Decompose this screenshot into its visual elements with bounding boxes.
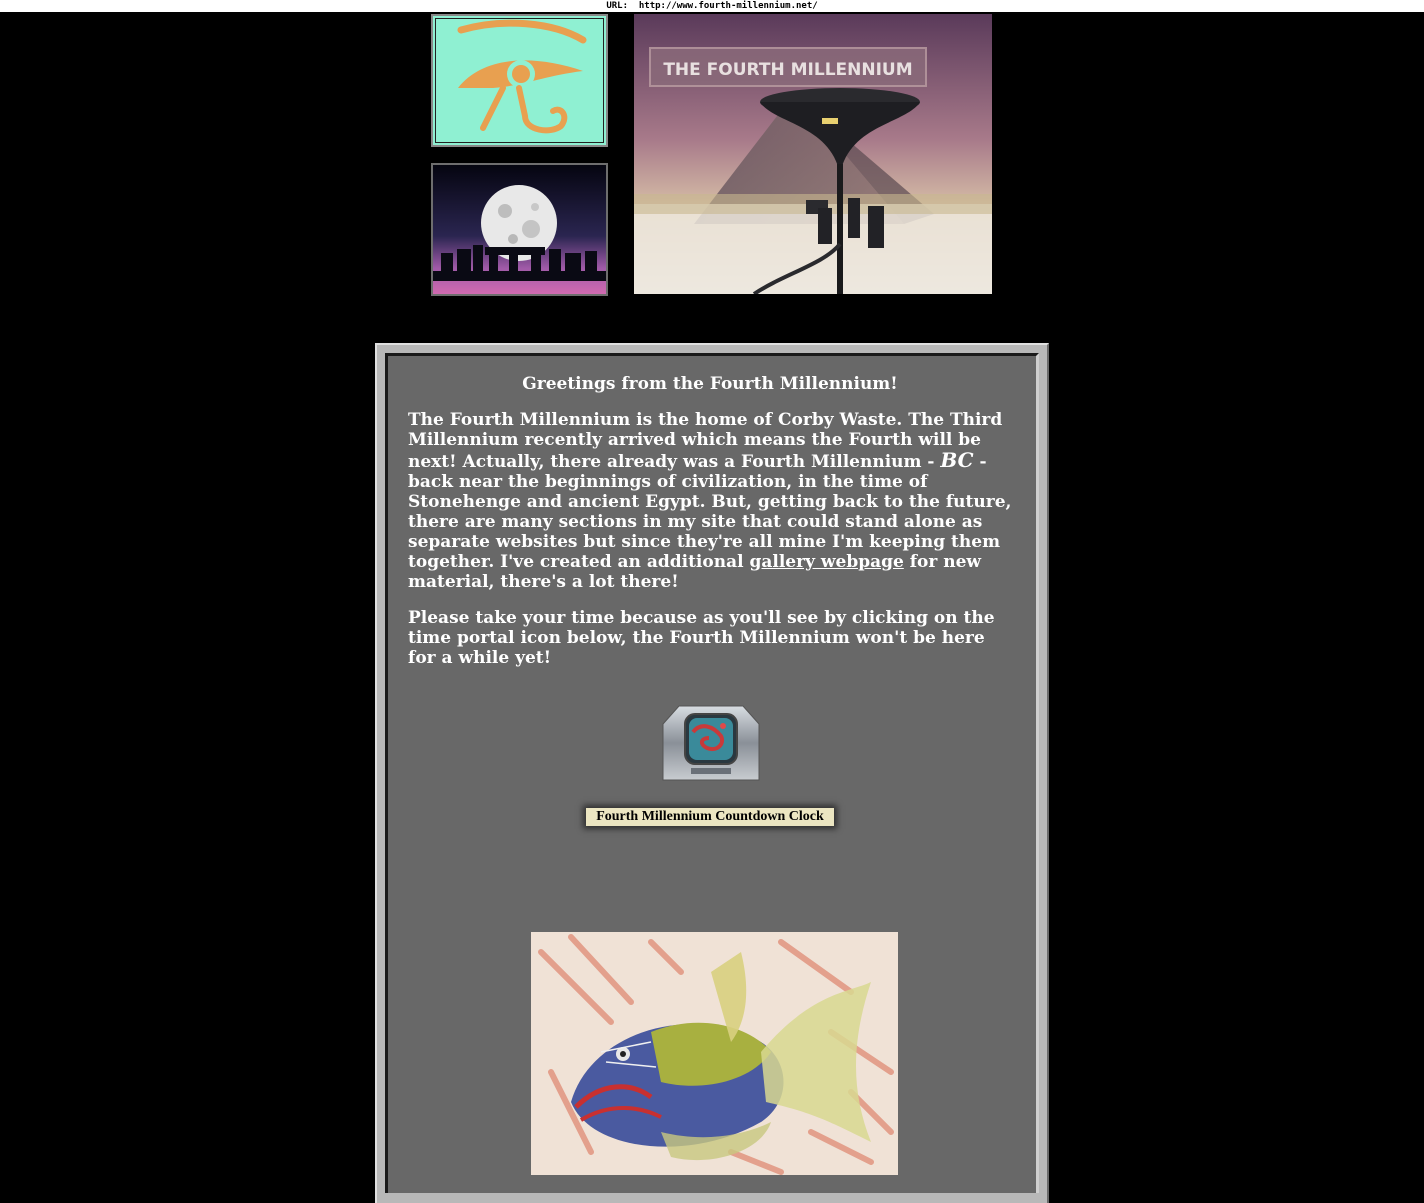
main-content: Greetings from the Fourth Millennium! Th… (408, 374, 1012, 684)
gallery-webpage-link[interactable]: gallery webpage (749, 552, 903, 572)
stonehenge-moon-image[interactable] (431, 163, 608, 296)
time-portal-button[interactable] (661, 702, 761, 782)
eye-of-horus-icon (457, 19, 587, 134)
moon-icon (433, 165, 606, 294)
triggerfish-image (531, 932, 898, 1175)
url-bar: URL: http://www.fourth-millennium.net/ (0, 0, 1424, 12)
fish-icon (531, 932, 898, 1175)
countdown-clock-label: Fourth Millennium Countdown Clock (586, 808, 834, 826)
greeting-heading: Greetings from the Fourth Millennium! (522, 374, 898, 394)
fourth-millennium-hero-image: THE FOURTH MILLENNIUM (634, 14, 992, 294)
eye-of-horus-image[interactable] (431, 14, 608, 147)
url-label: URL: (606, 1, 629, 11)
intro-text-1: The Fourth Millennium is the home of Cor… (408, 410, 1003, 472)
time-portal-icon (662, 705, 760, 781)
time-portal-paragraph: Please take your time because as you'll … (408, 608, 995, 668)
pyramid-tower-icon: THE FOURTH MILLENNIUM (634, 14, 992, 294)
intro-paragraph: The Fourth Millennium is the home of Cor… (408, 410, 1012, 592)
url-text: http://www.fourth-millennium.net/ (638, 1, 818, 11)
countdown-clock-banner[interactable]: Fourth Millennium Countdown Clock (576, 794, 848, 838)
main-panel-frame: Greetings from the Fourth Millennium! Th… (375, 343, 1049, 1203)
hero-title: THE FOURTH MILLENNIUM (663, 60, 912, 80)
main-panel: Greetings from the Fourth Millennium! Th… (385, 353, 1039, 1193)
bc-text: BC (940, 448, 974, 472)
